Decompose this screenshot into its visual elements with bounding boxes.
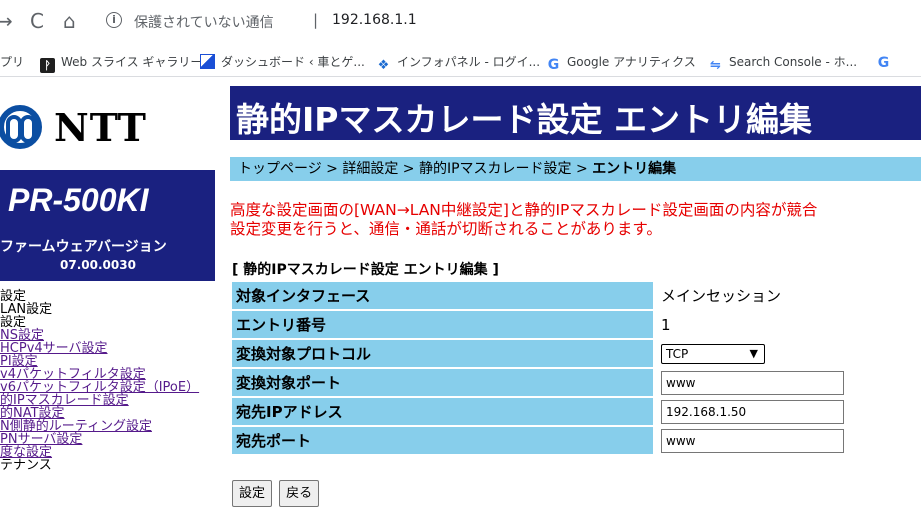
- url-separator: |: [313, 11, 319, 29]
- dest-ip-input[interactable]: 192.168.1.50: [661, 399, 844, 424]
- table-row: 宛先ポート www: [232, 427, 921, 454]
- bookmark-dashboard[interactable]: ダッシュボード ‹ 車とゲ...: [200, 53, 365, 70]
- url-input[interactable]: 192.168.1.1: [332, 12, 417, 28]
- protocol-cell: TCP ▼: [655, 340, 921, 367]
- sidebar-item: テナンス: [0, 458, 52, 473]
- breadcrumb: トップページ > 詳細設定 > 静的IPマスカレード設定 > エントリ編集: [230, 157, 921, 181]
- table-row: 変換対象プロトコル TCP ▼: [232, 340, 921, 367]
- port-input[interactable]: www: [661, 370, 844, 395]
- dest-ip-label: 宛先IPアドレス: [232, 398, 653, 425]
- sidebar-menu: 設定 LAN設定 設定 NS設定 HCPv4サーバ設定 PI設定 v4パケットフ…: [0, 290, 215, 472]
- search-console-icon: ⇋: [710, 58, 721, 73]
- bookmark-infopanel[interactable]: ❖ インフォパネル - ログイ...: [376, 53, 540, 73]
- dest-port-cell: www: [655, 427, 921, 454]
- protocol-select[interactable]: TCP ▼: [661, 343, 765, 364]
- warning-message: 高度な設定画面の[WAN→LAN中継設定]と静的IPマスカレード設定画面の内容が…: [230, 201, 817, 239]
- port-cell: www: [655, 369, 921, 396]
- model-name: PR-500KI: [8, 182, 149, 218]
- entry-number-value: 1: [655, 311, 921, 338]
- bookmark-google-analytics[interactable]: G Google アナリティクス: [546, 53, 696, 73]
- chevron-down-icon: ▼: [749, 346, 758, 360]
- table-row: 宛先IPアドレス 192.168.1.50: [232, 398, 921, 425]
- web-slice-icon: ᚹ: [40, 58, 55, 73]
- section-title: [ 静的IPマスカレード設定 エントリ編集 ]: [232, 262, 499, 278]
- sidebar-item: LAN設定: [0, 302, 53, 317]
- router-sidebar: NTT PR-500KI ファームウェアバージョン 07.00.0030 設定 …: [0, 78, 215, 525]
- bookmark-search-console[interactable]: ⇋ Search Console - ホ...: [708, 53, 857, 73]
- table-row: 対象インタフェース メインセッション: [232, 282, 921, 309]
- table-row: 変換対象ポート www: [232, 369, 921, 396]
- google-icon: G: [547, 57, 560, 73]
- breadcrumb-current: エントリ編集: [592, 161, 677, 177]
- home-icon[interactable]: ⌂: [63, 10, 76, 32]
- entry-number-label: エントリ番号: [232, 311, 653, 338]
- reload-icon[interactable]: C: [30, 10, 44, 32]
- dest-port-input[interactable]: www: [661, 428, 844, 453]
- table-row: エントリ番号 1: [232, 311, 921, 338]
- firmware-label: ファームウェアバージョン: [0, 239, 167, 255]
- info-icon[interactable]: i: [106, 12, 122, 28]
- dropbox-icon: ❖: [377, 58, 390, 73]
- port-label: 変換対象ポート: [232, 369, 653, 396]
- entry-form-table: 対象インタフェース メインセッション エントリ番号 1 変換対象プロトコル TC…: [230, 280, 921, 456]
- model-info-box: PR-500KI ファームウェアバージョン 07.00.0030: [0, 170, 215, 281]
- bookmark-web-slice-gallery[interactable]: ᚹ Web スライス ギャラリー: [40, 53, 202, 73]
- protocol-selected-value: TCP: [666, 346, 689, 361]
- submit-button[interactable]: 設定: [232, 480, 273, 507]
- interface-label: 対象インタフェース: [232, 282, 653, 309]
- dashboard-favicon-icon: [200, 54, 215, 69]
- dest-ip-cell: 192.168.1.50: [655, 398, 921, 425]
- bookmark-apps[interactable]: プリ: [0, 53, 24, 70]
- bookmarks-bar: プリ ᚹ Web スライス ギャラリー ダッシュボード ‹ 車とゲ... ❖ インフ…: [0, 44, 921, 77]
- security-status[interactable]: 保護されていない通信: [134, 12, 274, 32]
- warning-line: 設定変更を行うと、通信・通話が切断されることがあります。: [230, 220, 662, 238]
- interface-value: メインセッション: [655, 282, 921, 309]
- warning-line: 高度な設定画面の[WAN→LAN中継設定]と静的IPマスカレード設定画面の内容が…: [230, 201, 818, 219]
- browser-address-bar: → C ⌂ i 保護されていない通信 | 192.168.1.1: [0, 0, 921, 44]
- breadcrumb-trail: トップページ > 詳細設定 > 静的IPマスカレード設定 >: [238, 161, 593, 177]
- form-buttons: 設定 戻る: [232, 480, 321, 507]
- ntt-logo-icon: [0, 105, 42, 149]
- dest-port-label: 宛先ポート: [232, 427, 653, 454]
- firmware-version: 07.00.0030: [60, 258, 136, 272]
- back-arrow-icon[interactable]: →: [0, 10, 13, 32]
- page-title: 静的IPマスカレード設定 エントリ編集: [236, 100, 812, 139]
- protocol-label: 変換対象プロトコル: [232, 340, 653, 367]
- page-title-bar: 静的IPマスカレード設定 エントリ編集: [230, 86, 921, 140]
- ntt-logo: NTT: [0, 101, 215, 161]
- logo-text: NTT: [54, 105, 147, 150]
- google-icon: G: [877, 55, 890, 71]
- back-button[interactable]: 戻る: [279, 480, 320, 507]
- bookmark-google[interactable]: G: [876, 53, 897, 71]
